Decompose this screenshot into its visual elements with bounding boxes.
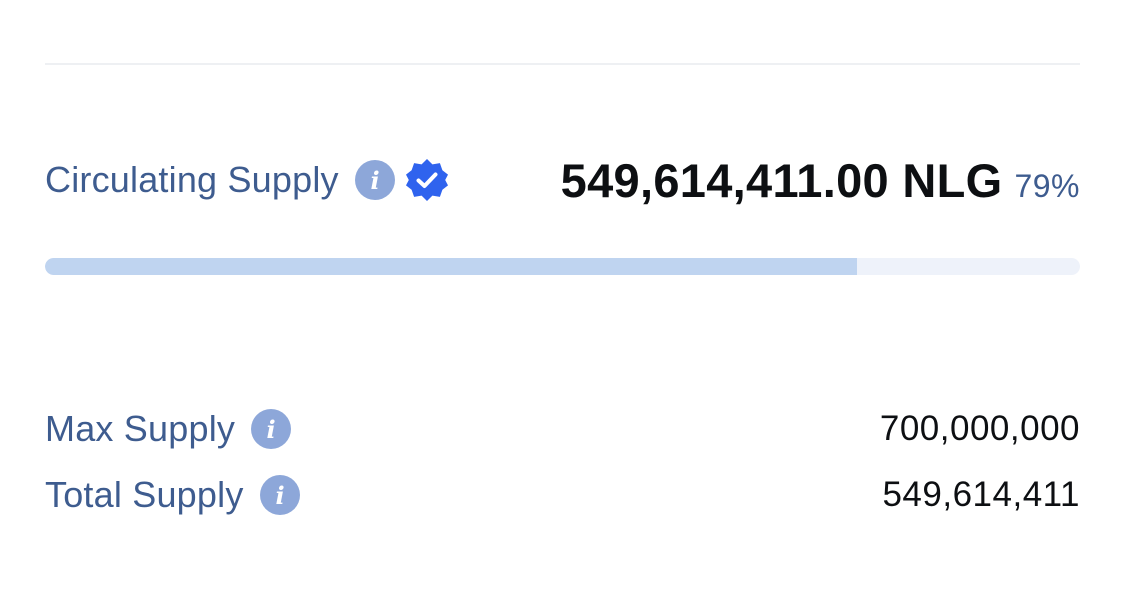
info-icon[interactable]: i bbox=[354, 160, 395, 200]
circulating-supply-percent: 79% bbox=[1014, 167, 1080, 204]
svg-text:i: i bbox=[267, 415, 276, 444]
total-supply-label-group: Total Supply i bbox=[45, 474, 300, 516]
info-icon[interactable]: i bbox=[251, 409, 292, 449]
circulating-supply-row: Circulating Supply i 549,614,411.00 NLG … bbox=[45, 145, 1080, 215]
circulating-supply-value-group: 549,614,411.00 NLG 79% bbox=[561, 153, 1080, 208]
total-supply-value: 549,614,411 bbox=[882, 475, 1080, 514]
info-icon[interactable]: i bbox=[259, 475, 300, 515]
circulating-supply-value: 549,614,411.00 NLG bbox=[560, 153, 1003, 207]
verified-badge-icon bbox=[405, 158, 449, 202]
max-supply-label: Max Supply bbox=[45, 408, 236, 449]
svg-text:i: i bbox=[370, 166, 379, 195]
svg-text:i: i bbox=[275, 481, 284, 510]
circulating-supply-label-group: Circulating Supply i bbox=[45, 158, 449, 202]
max-supply-row: Max Supply i 700,000,000 bbox=[45, 404, 1080, 454]
circulating-supply-progress-bar bbox=[45, 258, 1080, 275]
max-supply-label-group: Max Supply i bbox=[45, 408, 292, 450]
circulating-supply-label: Circulating Supply bbox=[45, 159, 339, 200]
total-supply-label: Total Supply bbox=[45, 474, 244, 515]
top-divider bbox=[45, 63, 1080, 65]
max-supply-value: 700,000,000 bbox=[879, 409, 1080, 448]
circulating-supply-progress-fill bbox=[45, 258, 858, 275]
total-supply-row: Total Supply i 549,614,411 bbox=[45, 470, 1080, 520]
